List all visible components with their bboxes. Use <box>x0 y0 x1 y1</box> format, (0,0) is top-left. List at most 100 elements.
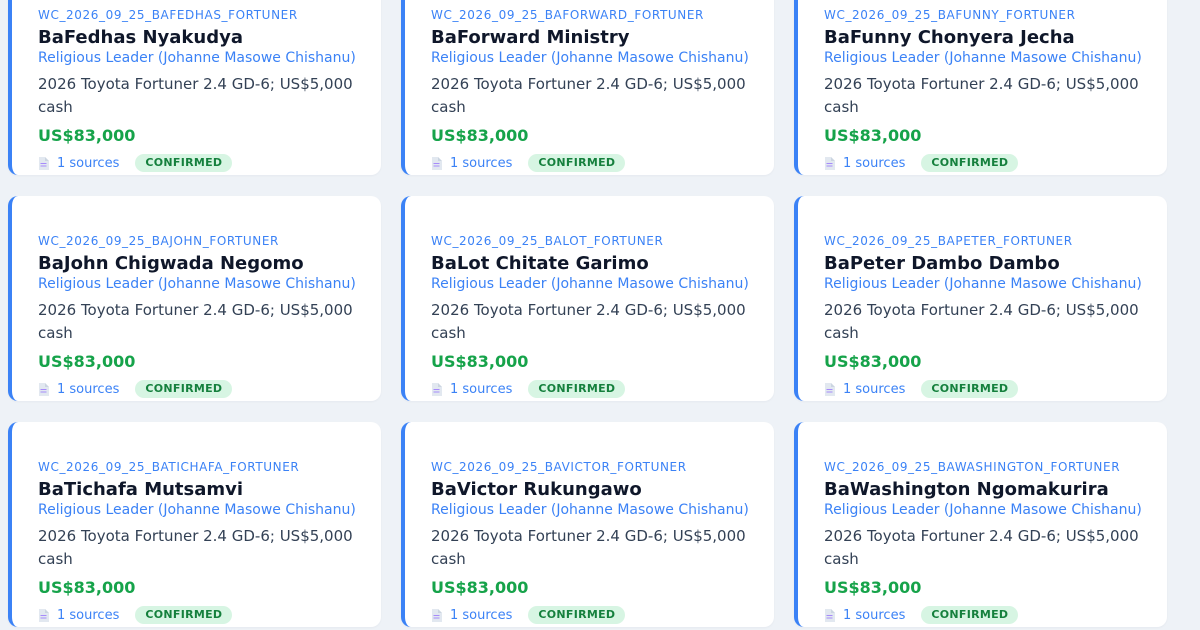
card-name: BaForward Ministry <box>431 27 630 48</box>
card-id: WC_2026_09_25_BAWASHINGTON_FORTUNER <box>824 460 1121 474</box>
card-description: 2026 Toyota Fortuner 2.4 GD-6; US$5,000 … <box>38 75 353 116</box>
document-icon <box>39 608 49 622</box>
status-badge: CONFIRMED <box>528 606 626 624</box>
document-icon <box>825 608 835 622</box>
card-name: BaFunny Chonyera Jecha <box>824 27 1075 48</box>
sources-link[interactable]: 1 sources <box>38 608 119 623</box>
card-amount: US$83,000 <box>824 578 922 597</box>
card[interactable]: WC_2026_09_25_BAFORWARD_FORTUNER BaForwa… <box>401 0 774 175</box>
card[interactable]: WC_2026_09_25_BAWASHINGTON_FORTUNER BaWa… <box>794 422 1167 627</box>
status-badge: CONFIRMED <box>921 154 1019 172</box>
status-badge: CONFIRMED <box>135 154 233 172</box>
card-description: 2026 Toyota Fortuner 2.4 GD-6; US$5,000 … <box>431 75 746 116</box>
sources-link[interactable]: 1 sources <box>824 382 905 397</box>
card-meta: 1 sources CONFIRMED <box>38 605 361 625</box>
sources-link[interactable]: 1 sources <box>824 156 905 171</box>
card-meta: 1 sources CONFIRMED <box>38 379 361 399</box>
document-icon <box>39 156 49 170</box>
sources-label: 1 sources <box>450 155 513 171</box>
card-amount: US$83,000 <box>38 126 136 145</box>
sources-label: 1 sources <box>843 607 906 623</box>
card-amount: US$83,000 <box>431 126 529 145</box>
sources-label: 1 sources <box>843 381 906 397</box>
card-id: WC_2026_09_25_BAVICTOR_FORTUNER <box>431 460 687 474</box>
card-name: BaJohn Chigwada Negomo <box>38 253 304 274</box>
card-id: WC_2026_09_25_BAPETER_FORTUNER <box>824 234 1073 248</box>
card-id: WC_2026_09_25_BALOT_FORTUNER <box>431 234 664 248</box>
card-name: BaPeter Dambo Dambo <box>824 253 1060 274</box>
status-badge: CONFIRMED <box>135 380 233 398</box>
card-role: Religious Leader (Johanne Masowe Chishan… <box>824 502 1142 518</box>
document-icon <box>432 156 442 170</box>
card-role: Religious Leader (Johanne Masowe Chishan… <box>431 276 749 292</box>
card-meta: 1 sources CONFIRMED <box>38 153 361 173</box>
sources-label: 1 sources <box>57 155 120 171</box>
sources-link[interactable]: 1 sources <box>38 156 119 171</box>
card-name: BaLot Chitate Garimo <box>431 253 649 274</box>
card-role: Religious Leader (Johanne Masowe Chishan… <box>38 276 356 292</box>
card-role: Religious Leader (Johanne Masowe Chishan… <box>38 50 356 66</box>
status-badge: CONFIRMED <box>528 154 626 172</box>
card-meta: 1 sources CONFIRMED <box>824 605 1147 625</box>
card-description: 2026 Toyota Fortuner 2.4 GD-6; US$5,000 … <box>38 301 353 342</box>
card-description: 2026 Toyota Fortuner 2.4 GD-6; US$5,000 … <box>824 527 1139 568</box>
card-description: 2026 Toyota Fortuner 2.4 GD-6; US$5,000 … <box>824 301 1139 342</box>
card-id: WC_2026_09_25_BAFEDHAS_FORTUNER <box>38 8 298 22</box>
card-description: 2026 Toyota Fortuner 2.4 GD-6; US$5,000 … <box>431 527 746 568</box>
sources-link[interactable]: 1 sources <box>431 608 512 623</box>
card-description: 2026 Toyota Fortuner 2.4 GD-6; US$5,000 … <box>38 527 353 568</box>
document-icon <box>432 608 442 622</box>
card-role: Religious Leader (Johanne Masowe Chishan… <box>431 50 749 66</box>
card[interactable]: WC_2026_09_25_BAFUNNY_FORTUNER BaFunny C… <box>794 0 1167 175</box>
card-meta: 1 sources CONFIRMED <box>824 153 1147 173</box>
sources-link[interactable]: 1 sources <box>431 382 512 397</box>
card-description: 2026 Toyota Fortuner 2.4 GD-6; US$5,000 … <box>431 301 746 342</box>
card-id: WC_2026_09_25_BATICHAFA_FORTUNER <box>38 460 300 474</box>
sources-label: 1 sources <box>843 155 906 171</box>
card-id: WC_2026_09_25_BAFUNNY_FORTUNER <box>824 8 1076 22</box>
card-amount: US$83,000 <box>431 352 529 371</box>
document-icon <box>825 382 835 396</box>
card-name: BaFedhas Nyakudya <box>38 27 243 48</box>
card-meta: 1 sources CONFIRMED <box>431 605 754 625</box>
card-role: Religious Leader (Johanne Masowe Chishan… <box>431 502 749 518</box>
card-amount: US$83,000 <box>431 578 529 597</box>
status-badge: CONFIRMED <box>921 606 1019 624</box>
status-badge: CONFIRMED <box>528 380 626 398</box>
card-meta: 1 sources CONFIRMED <box>431 379 754 399</box>
sources-label: 1 sources <box>450 381 513 397</box>
document-icon <box>39 382 49 396</box>
card-name: BaTichafa Mutsamvi <box>38 479 244 500</box>
document-icon <box>432 382 442 396</box>
card[interactable]: WC_2026_09_25_BALOT_FORTUNER BaLot Chita… <box>401 196 774 401</box>
card[interactable]: WC_2026_09_25_BAPETER_FORTUNER BaPeter D… <box>794 196 1167 401</box>
sources-label: 1 sources <box>450 607 513 623</box>
sources-label: 1 sources <box>57 607 120 623</box>
card-role: Religious Leader (Johanne Masowe Chishan… <box>824 50 1142 66</box>
card-id: WC_2026_09_25_BAFORWARD_FORTUNER <box>431 8 704 22</box>
card[interactable]: WC_2026_09_25_BAJOHN_FORTUNER BaJohn Chi… <box>8 196 381 401</box>
card-role: Religious Leader (Johanne Masowe Chishan… <box>824 276 1142 292</box>
card-name: BaWashington Ngomakurira <box>824 479 1109 500</box>
card-id: WC_2026_09_25_BAJOHN_FORTUNER <box>38 234 279 248</box>
card-amount: US$83,000 <box>38 352 136 371</box>
card-meta: 1 sources CONFIRMED <box>824 379 1147 399</box>
card-amount: US$83,000 <box>38 578 136 597</box>
card-role: Religious Leader (Johanne Masowe Chishan… <box>38 502 356 518</box>
status-badge: CONFIRMED <box>135 606 233 624</box>
status-badge: CONFIRMED <box>921 380 1019 398</box>
sources-link[interactable]: 1 sources <box>431 156 512 171</box>
card-name: BaVictor Rukungawo <box>431 479 642 500</box>
sources-link[interactable]: 1 sources <box>824 608 905 623</box>
document-icon <box>825 156 835 170</box>
card[interactable]: WC_2026_09_25_BATICHAFA_FORTUNER BaTicha… <box>8 422 381 627</box>
card-amount: US$83,000 <box>824 126 922 145</box>
card-description: 2026 Toyota Fortuner 2.4 GD-6; US$5,000 … <box>824 75 1139 116</box>
sources-label: 1 sources <box>57 381 120 397</box>
card-meta: 1 sources CONFIRMED <box>431 153 754 173</box>
card-grid: WC_2026_09_25_BAFEDHAS_FORTUNER BaFedhas… <box>8 0 1168 627</box>
sources-link[interactable]: 1 sources <box>38 382 119 397</box>
card[interactable]: WC_2026_09_25_BAVICTOR_FORTUNER BaVictor… <box>401 422 774 627</box>
card[interactable]: WC_2026_09_25_BAFEDHAS_FORTUNER BaFedhas… <box>8 0 381 175</box>
card-amount: US$83,000 <box>824 352 922 371</box>
